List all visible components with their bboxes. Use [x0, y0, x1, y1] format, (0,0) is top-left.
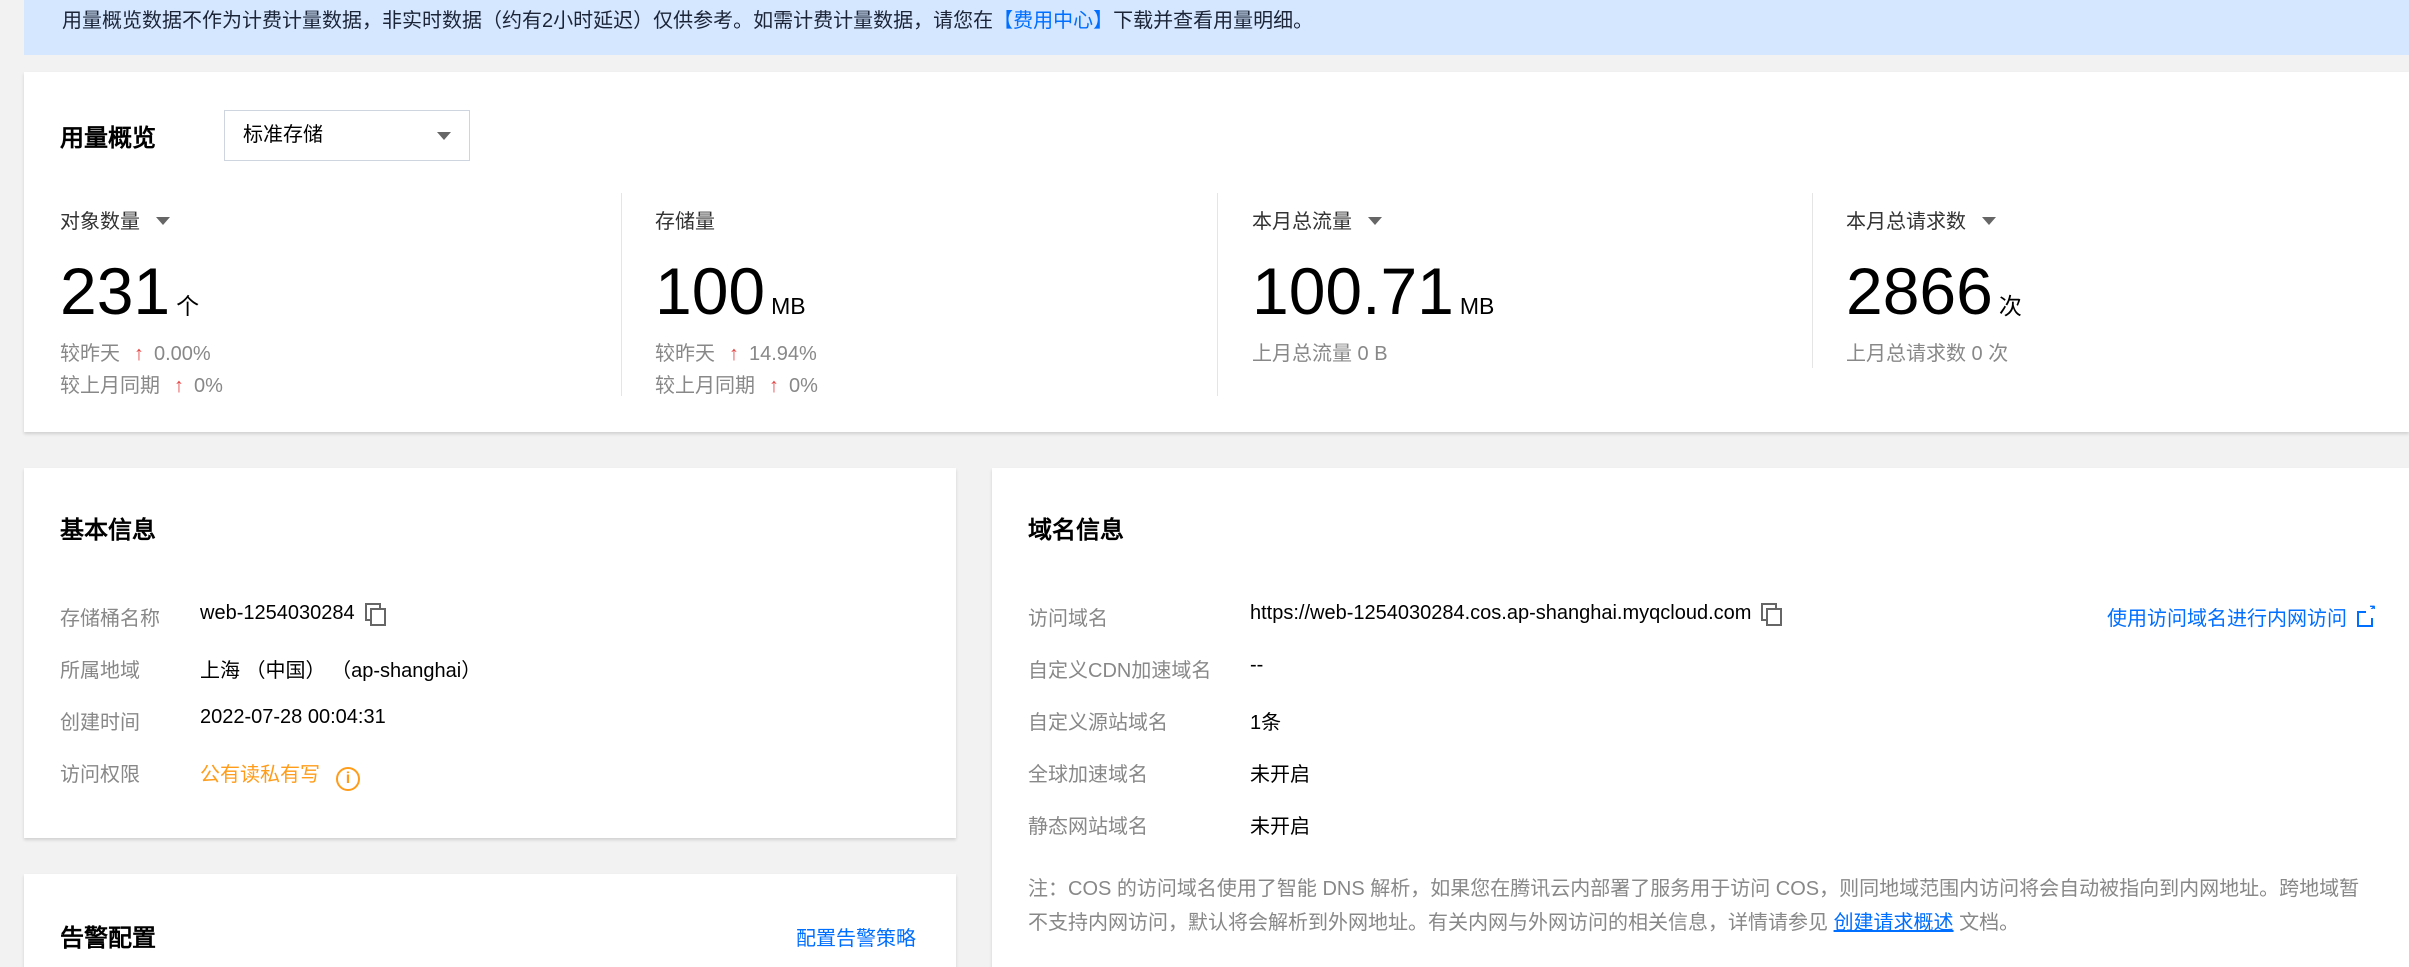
metric-divider: [621, 193, 622, 396]
external-link-icon: [2357, 603, 2377, 627]
compare-label: 较昨天: [60, 343, 120, 365]
metric-compare-last-month: 较上月同期 ↑ 0%: [60, 369, 223, 398]
global-acceleration-value: 未开启: [1250, 764, 1310, 786]
access-domain-value: https://web-1254030284.cos.ap-shanghai.m…: [1250, 602, 1783, 626]
domain-info-card: 域名信息 访问域名 https://web-1254030284.cos.ap-…: [992, 468, 2409, 967]
compare-value: 14.94%: [749, 343, 817, 365]
metric-number: 100.71: [1252, 254, 1454, 328]
note-text-end: 文档。: [1959, 912, 2020, 934]
static-website-value: 未开启: [1250, 816, 1310, 838]
region-label: 所属地域: [60, 660, 140, 682]
bucket-name-text: web-1254030284: [200, 602, 355, 624]
domain-info-title: 域名信息: [1028, 517, 1124, 544]
metric-unit: MB: [771, 293, 806, 319]
arrow-up-icon: ↑: [729, 343, 739, 365]
chevron-down-icon: [437, 132, 451, 140]
arrow-up-icon: ↑: [134, 343, 144, 365]
metric-label-dropdown[interactable]: 对象数量: [60, 205, 170, 234]
create-request-overview-link[interactable]: 创建请求概述: [1834, 912, 1954, 934]
alarm-config-title: 告警配置: [60, 925, 156, 952]
metric-value: 2866 次: [1846, 253, 2022, 329]
cos-overview-page: 用量概览数据不作为计费计量数据，非实时数据（约有2小时延迟）仅供参考。如需计费计…: [0, 0, 2409, 967]
chevron-down-icon: [1368, 217, 1382, 225]
configure-alarm-policy-link[interactable]: 配置告警策略: [796, 922, 916, 951]
custom-origin-domain-value: 1条: [1250, 712, 1282, 734]
compare-value: 0.00%: [154, 343, 211, 365]
metric-last-month-traffic: 上月总流量 0 B: [1252, 343, 1388, 365]
usage-notice-banner: 用量概览数据不作为计费计量数据，非实时数据（约有2小时延迟）仅供参考。如需计费计…: [24, 0, 2409, 55]
metric-unit: 个: [176, 293, 200, 319]
metric-compare-yesterday: 较昨天 ↑ 14.94%: [655, 337, 817, 366]
billing-center-link[interactable]: 【费用中心】: [993, 10, 1113, 32]
metric-label: 对象数量: [60, 211, 140, 233]
copy-icon[interactable]: [364, 603, 386, 626]
metric-value: 231 个: [60, 253, 199, 329]
notice-text: 用量概览数据不作为计费计量数据，非实时数据（约有2小时延迟）仅供参考。如需计费计…: [62, 10, 994, 32]
metric-value: 100 MB: [655, 253, 806, 329]
metric-label-dropdown[interactable]: 本月总流量: [1252, 205, 1382, 234]
compare-label: 较上月同期: [655, 375, 755, 397]
compare-value: 0%: [194, 375, 223, 397]
access-permission-label: 访问权限: [60, 764, 140, 786]
chevron-down-icon: [1982, 217, 1996, 225]
metric-last-month-requests: 上月总请求数 0 次: [1846, 343, 2009, 365]
arrow-up-icon: ↑: [174, 375, 184, 397]
dns-resolution-note: 注：COS 的访问域名使用了智能 DNS 解析，如果您在腾讯云内部署了服务用于访…: [1028, 872, 2378, 940]
metric-divider: [1812, 193, 1813, 368]
bucket-name-label: 存储桶名称: [60, 608, 160, 630]
metric-divider: [1217, 193, 1218, 396]
copy-icon[interactable]: [1761, 603, 1783, 626]
info-icon[interactable]: i: [336, 767, 360, 791]
created-time-value: 2022-07-28 00:04:31: [200, 706, 386, 728]
chevron-down-icon: [156, 217, 170, 225]
region-value: 上海 （中国） （ap-shanghai）: [200, 660, 482, 682]
access-permission-value: 公有读私有写 i: [200, 758, 360, 791]
arrow-up-icon: ↑: [769, 375, 779, 397]
access-permission-text: 公有读私有写: [200, 764, 320, 786]
alarm-config-card: 告警配置 配置告警策略: [24, 874, 956, 967]
metric-number: 2866: [1846, 254, 1993, 328]
storage-class-select[interactable]: 标准存储: [224, 110, 470, 161]
notice-text-end: 下载并查看用量明细。: [1113, 10, 1314, 32]
usage-title: 用量概览: [60, 125, 156, 152]
custom-cdn-domain-label: 自定义CDN加速域名: [1028, 660, 1212, 682]
metric-label: 本月总请求数: [1846, 211, 1966, 233]
compare-label: 较昨天: [655, 343, 715, 365]
note-text: 注：COS 的访问域名使用了智能 DNS 解析，如果您在腾讯云内部署了服务用于访…: [1028, 878, 2360, 934]
metric-compare-last-month: 较上月同期 ↑ 0%: [655, 369, 818, 398]
global-acceleration-label: 全球加速域名: [1028, 764, 1148, 786]
bucket-name-value: web-1254030284: [200, 602, 386, 626]
custom-cdn-domain-value: --: [1250, 654, 1264, 676]
compare-value: 0%: [789, 375, 818, 397]
access-domain-text: https://web-1254030284.cos.ap-shanghai.m…: [1250, 602, 1752, 624]
created-time-label: 创建时间: [60, 712, 140, 734]
metric-value: 100.71 MB: [1252, 253, 1494, 329]
storage-class-value: 标准存储: [243, 124, 323, 146]
metric-number: 100: [655, 254, 766, 328]
usage-overview-card: 用量概览 标准存储 对象数量 231 个 较昨天 ↑ 0.00% 较上月同期 ↑ 0% 存…: [24, 72, 2409, 432]
metric-number: 231: [60, 254, 171, 328]
metric-compare-yesterday: 较昨天 ↑ 0.00%: [60, 337, 211, 366]
metric-unit: 次: [1998, 293, 2022, 319]
custom-origin-domain-label: 自定义源站域名: [1028, 712, 1168, 734]
basic-info-title: 基本信息: [60, 517, 156, 544]
access-domain-label: 访问域名: [1028, 608, 1108, 630]
compare-label: 较上月同期: [60, 375, 160, 397]
metric-label: 本月总流量: [1252, 211, 1352, 233]
static-website-label: 静态网站域名: [1028, 816, 1148, 838]
metric-unit: MB: [1459, 293, 1495, 319]
intranet-access-link[interactable]: 使用访问域名进行内网访问: [2107, 602, 2377, 631]
metric-label: 存储量: [655, 211, 715, 233]
metric-label-dropdown[interactable]: 本月总请求数: [1846, 205, 1996, 234]
intranet-access-text: 使用访问域名进行内网访问: [2107, 608, 2347, 630]
basic-info-card: 基本信息 存储桶名称 web-1254030284 所属地域 上海 （中国） （…: [24, 468, 956, 838]
